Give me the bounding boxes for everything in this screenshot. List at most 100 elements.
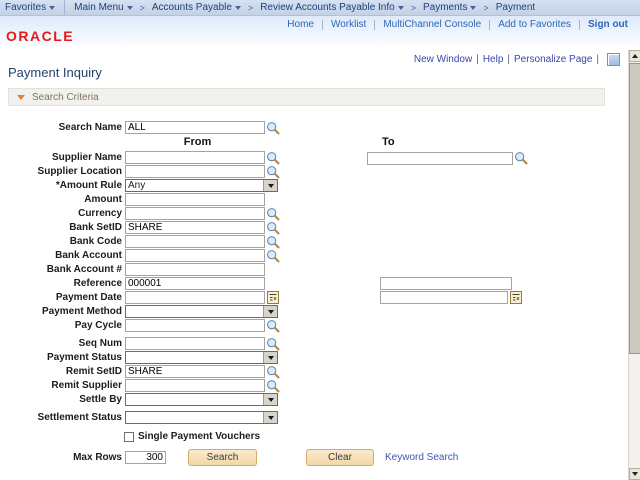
reference-input[interactable]	[125, 277, 265, 290]
supplier-name-input[interactable]	[125, 151, 265, 164]
breadcrumb-item-payments[interactable]: Payments	[418, 2, 481, 13]
amount-rule-select[interactable]: Any	[125, 179, 278, 192]
supplier-location-input[interactable]	[125, 165, 265, 178]
vertical-scrollbar[interactable]	[628, 50, 640, 480]
single-payment-vouchers-checkbox[interactable]	[124, 432, 134, 442]
payment-status-dropdown-arrow-icon[interactable]	[263, 352, 277, 363]
max-rows-input[interactable]	[125, 451, 166, 464]
form-row-payment-date-to	[380, 291, 522, 304]
form-row-payment-status: Payment Status	[2, 351, 628, 364]
settle-by-field	[125, 393, 278, 406]
personalize-page-link[interactable]: Personalize Page	[514, 54, 592, 65]
bank-account-input[interactable]	[125, 249, 265, 262]
main-menu[interactable]: Main Menu	[69, 2, 137, 13]
amount-rule-dropdown-arrow-icon[interactable]	[263, 180, 277, 191]
oracle-logo: ORACLE	[6, 28, 74, 44]
search-button[interactable]: Search	[188, 449, 257, 466]
payment-method-label: Payment Method	[2, 306, 125, 317]
settle-by-select[interactable]	[125, 393, 278, 406]
bank-setid-lookup-icon[interactable]	[266, 221, 280, 235]
remit-setid-input[interactable]	[125, 365, 265, 378]
settlement-status-field	[125, 411, 278, 424]
payment-method-select[interactable]	[125, 305, 278, 318]
scroll-down-icon[interactable]	[629, 468, 640, 480]
payment-method-dropdown-arrow-icon[interactable]	[263, 306, 277, 317]
bank-setid-input[interactable]	[125, 221, 265, 234]
supplier-name-lookup-icon[interactable]	[266, 151, 280, 165]
section-title: Search Criteria	[32, 92, 99, 103]
breadcrumb-separator: >	[246, 3, 255, 13]
form-row-bank-setid: Bank SetID	[2, 221, 628, 234]
sign-out-link[interactable]: Sign out	[588, 19, 628, 30]
payment-date-input[interactable]	[125, 291, 265, 304]
payment-status-select[interactable]	[125, 351, 278, 364]
clear-button[interactable]: Clear	[306, 449, 374, 466]
bank-account-number-field	[125, 263, 265, 276]
search-name-input[interactable]	[125, 121, 265, 134]
bank-account-field	[125, 249, 280, 263]
search-criteria-section-header[interactable]: Search Criteria	[8, 88, 605, 106]
supplier-name-field	[125, 151, 280, 165]
seq-num-lookup-icon[interactable]	[266, 337, 280, 351]
link-divider	[374, 20, 375, 30]
payment-date-to-input[interactable]	[380, 291, 508, 304]
currency-label: Currency	[2, 208, 125, 219]
worklist-link[interactable]: Worklist	[331, 19, 366, 30]
payment-status-field	[125, 351, 278, 364]
form-row-remit-supplier: Remit Supplier	[2, 379, 628, 392]
bank-code-field	[125, 235, 280, 249]
chevron-down-icon	[470, 6, 476, 10]
currency-field	[125, 207, 280, 221]
pay-cycle-input[interactable]	[125, 319, 265, 332]
remit-supplier-lookup-icon[interactable]	[266, 379, 280, 393]
supplier-location-label: Supplier Location	[2, 166, 125, 177]
form-row-settlement-status: Settlement Status	[2, 411, 628, 424]
supplier-name-to-lookup-icon[interactable]	[514, 151, 528, 165]
add-to-favorites-link[interactable]: Add to Favorites	[498, 19, 571, 30]
search-name-label: Search Name	[2, 122, 125, 133]
supplier-name-to-field	[367, 151, 528, 165]
bank-code-input[interactable]	[125, 235, 265, 248]
payment-date-calendar-icon[interactable]	[267, 291, 279, 304]
pay-cycle-lookup-icon[interactable]	[266, 319, 280, 333]
currency-input[interactable]	[125, 207, 265, 220]
link-separator: |	[476, 54, 479, 65]
remit-supplier-input[interactable]	[125, 379, 265, 392]
amount-input[interactable]	[125, 193, 265, 206]
to-column-header: To	[382, 136, 395, 148]
supplier-name-to-input[interactable]	[367, 152, 513, 165]
search-name-lookup-icon[interactable]	[266, 121, 280, 135]
remit-setid-lookup-icon[interactable]	[266, 365, 280, 379]
copy-url-icon[interactable]	[607, 53, 620, 66]
settlement-status-dropdown-arrow-icon[interactable]	[263, 412, 277, 423]
multichannel-console-link[interactable]: MultiChannel Console	[383, 19, 481, 30]
settle-by-dropdown-arrow-icon[interactable]	[263, 394, 277, 405]
currency-lookup-icon[interactable]	[266, 207, 280, 221]
supplier-location-lookup-icon[interactable]	[266, 165, 280, 179]
breadcrumb: Favorites Main Menu > Accounts Payable >…	[0, 0, 640, 16]
home-link[interactable]: Home	[287, 19, 314, 30]
form-row-supplier-name: Supplier Name	[2, 151, 628, 164]
payment-date-to-field	[380, 291, 522, 304]
collapse-triangle-icon[interactable]	[17, 95, 25, 100]
breadcrumb-item-review-ap-info[interactable]: Review Accounts Payable Info	[255, 2, 409, 13]
scroll-up-icon[interactable]	[629, 50, 640, 62]
scrollbar-thumb[interactable]	[629, 63, 640, 354]
favorites-menu[interactable]: Favorites	[0, 2, 60, 13]
breadcrumb-item-accounts-payable[interactable]: Accounts Payable	[147, 2, 246, 13]
remit-supplier-field	[125, 379, 280, 393]
settlement-status-select[interactable]	[125, 411, 278, 424]
seq-num-input[interactable]	[125, 337, 265, 350]
form-row-bank-account: Bank Account	[2, 249, 628, 262]
bank-account-lookup-icon[interactable]	[266, 249, 280, 263]
chevron-down-icon	[49, 6, 55, 10]
reference-to-input[interactable]	[380, 277, 512, 290]
help-link[interactable]: Help	[483, 54, 504, 65]
chevron-down-icon	[235, 6, 241, 10]
new-window-link[interactable]: New Window	[414, 54, 472, 65]
bank-account-number-input[interactable]	[125, 263, 265, 276]
bank-code-lookup-icon[interactable]	[266, 235, 280, 249]
keyword-search-link[interactable]: Keyword Search	[385, 452, 458, 463]
payment-date-to-calendar-icon[interactable]	[510, 291, 522, 304]
reference-field	[125, 277, 265, 290]
